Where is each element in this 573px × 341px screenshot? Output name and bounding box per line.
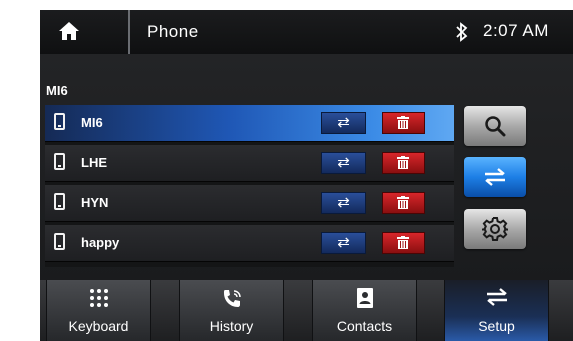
call-history-icon	[223, 290, 241, 307]
connect-button[interactable]: ⇄	[321, 232, 366, 254]
device-label: happy	[81, 235, 120, 250]
page-title: Phone	[147, 22, 199, 41]
device-row[interactable]: HYN ⇄	[45, 185, 454, 222]
trash-icon	[397, 196, 409, 209]
phone-icon	[54, 233, 65, 250]
settings-button[interactable]	[464, 209, 526, 249]
swap-arrows-icon	[486, 288, 507, 306]
delete-button[interactable]	[382, 232, 425, 254]
bluetooth-icon	[456, 22, 468, 42]
keypad-icon	[89, 289, 108, 307]
top-bar: Phone 2:07 AM	[40, 10, 573, 54]
tab-setup[interactable]: Setup	[444, 280, 549, 341]
gear-icon	[482, 217, 508, 241]
trash-icon	[397, 236, 409, 249]
device-row[interactable]: MI6 ⇄	[45, 105, 454, 142]
device-label: HYN	[81, 195, 109, 210]
tab-keyboard[interactable]: Keyboard	[46, 280, 151, 341]
phone-icon	[54, 193, 65, 210]
head-unit-screen: Phone 2:07 AM MI6 MI6 ⇄ LHE ⇄ HYN ⇄ happ…	[40, 10, 573, 341]
device-row[interactable]: happy ⇄	[45, 225, 454, 262]
swap-arrows-icon	[485, 168, 505, 186]
device-label: LHE	[81, 155, 107, 170]
device-row[interactable]: LHE ⇄	[45, 145, 454, 182]
tab-label: History	[209, 318, 254, 334]
connect-button[interactable]: ⇄	[321, 192, 366, 214]
clock: 2:07 AM	[483, 21, 549, 40]
tab-history[interactable]: History	[179, 280, 284, 341]
connect-button[interactable]: ⇄	[321, 112, 366, 134]
delete-button[interactable]	[382, 192, 425, 214]
delete-button[interactable]	[382, 112, 425, 134]
search-button[interactable]	[464, 106, 526, 146]
phone-icon	[54, 153, 65, 170]
tab-label: Keyboard	[68, 318, 129, 334]
pair-device-button[interactable]	[464, 157, 526, 197]
delete-button[interactable]	[382, 152, 425, 174]
connected-device-name: MI6	[46, 83, 68, 98]
trash-icon	[397, 156, 409, 169]
tab-label: Setup	[478, 318, 515, 334]
home-icon	[59, 22, 79, 40]
trash-icon	[397, 116, 409, 129]
connect-button[interactable]: ⇄	[321, 152, 366, 174]
contacts-icon	[356, 288, 373, 308]
phone-icon	[54, 113, 65, 130]
main-panel: MI6 MI6 ⇄ LHE ⇄ HYN ⇄ happy ⇄	[40, 54, 573, 280]
home-button[interactable]	[40, 10, 128, 54]
paired-device-list: MI6 ⇄ LHE ⇄ HYN ⇄ happy ⇄	[45, 105, 454, 267]
tab-label: Contacts	[336, 318, 393, 334]
tab-contacts[interactable]: Contacts	[312, 280, 417, 341]
device-label: MI6	[81, 115, 103, 130]
bottom-nav: Keyboard History Contacts Setup	[40, 280, 573, 341]
search-icon	[485, 116, 506, 137]
top-bar-divider	[128, 10, 130, 54]
